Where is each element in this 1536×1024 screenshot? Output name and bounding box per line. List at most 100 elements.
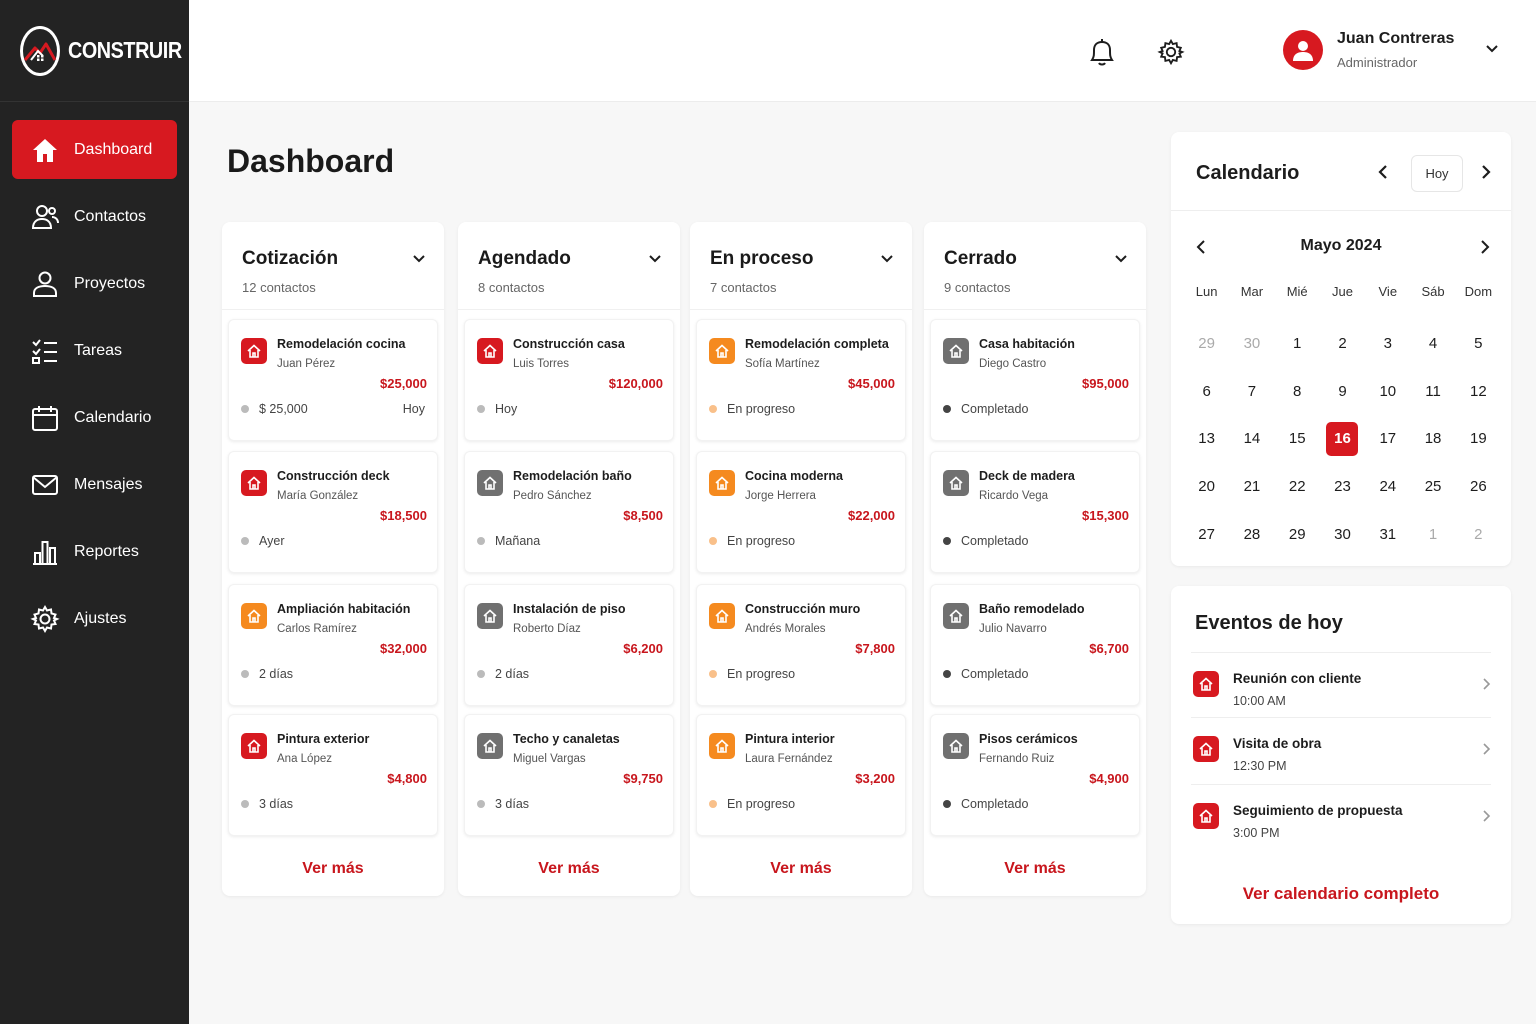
calendar-day[interactable]: 12 (1456, 368, 1501, 416)
sidebar-item-calendario[interactable]: Calendario (12, 388, 177, 447)
calendar-day[interactable]: 10 (1365, 368, 1410, 416)
calendar-day[interactable]: 5 (1456, 320, 1501, 368)
calendar-day[interactable]: 27 (1184, 510, 1229, 558)
calendar-day[interactable]: 1 (1410, 510, 1455, 558)
calendar-day[interactable]: 2 (1320, 320, 1365, 368)
see-more-link[interactable]: Ver más (222, 860, 444, 878)
calendar-day[interactable]: 29 (1275, 510, 1320, 558)
sidebar-item-reportes[interactable]: Reportes (12, 522, 177, 581)
calendar-day[interactable]: 18 (1410, 415, 1455, 463)
calendar-day[interactable]: 3 (1365, 320, 1410, 368)
calendar-day[interactable]: 24 (1365, 463, 1410, 511)
house-icon (709, 338, 735, 364)
card-client: Jorge Herrera (745, 490, 816, 502)
project-card[interactable]: Remodelación completa Sofía Martínez $45,0… (696, 319, 906, 441)
calendar-day[interactable]: 23 (1320, 463, 1365, 511)
project-card[interactable]: Remodelación cocina Juan Pérez $25,000 $ 25… (228, 319, 438, 441)
sidebar-item-ajustes[interactable]: Ajustes (12, 589, 177, 648)
chevron-down-icon[interactable] (880, 252, 894, 271)
calendar-title: Calendario (1196, 162, 1300, 184)
full-calendar-link[interactable]: Ver calendario completo (1171, 884, 1511, 904)
chevron-right-icon[interactable] (1481, 809, 1491, 828)
project-card[interactable]: Cocina moderna Jorge Herrera $22,000 En pro… (696, 451, 906, 573)
chevron-right-icon[interactable] (1481, 677, 1491, 696)
calendar-day[interactable]: 29 (1184, 320, 1229, 368)
calendar-day[interactable]: 2 (1456, 510, 1501, 558)
user-menu[interactable]: Juan Contreras Administrador (1283, 30, 1498, 70)
calendar-day[interactable]: 6 (1184, 368, 1229, 416)
calendar-day[interactable]: 14 (1229, 415, 1274, 463)
event-time: 10:00 AM (1233, 694, 1286, 708)
calendar-day[interactable]: 21 (1229, 463, 1274, 511)
calendar-day[interactable]: 1 (1275, 320, 1320, 368)
calendar-day[interactable]: 19 (1456, 415, 1501, 463)
event-item[interactable]: Visita de obra 12:30 PM (1191, 717, 1491, 783)
card-client: Miguel Vargas (513, 753, 586, 765)
brand-name: CONSTRUIR (68, 37, 182, 63)
project-card[interactable]: Baño remodelado Julio Navarro $6,700 Comple… (930, 584, 1140, 706)
kanban-column: En proceso 7 contactos Remodelación comple… (690, 222, 912, 896)
sidebar-item-proyectos[interactable]: Proyectos (12, 254, 177, 313)
calendar-day[interactable]: 7 (1229, 368, 1274, 416)
event-item[interactable]: Reunión con cliente 10:00 AM (1191, 652, 1491, 718)
sidebar-item-contactos[interactable]: Contactos (12, 187, 177, 246)
calendar-day[interactable]: 15 (1275, 415, 1320, 463)
calendar-day[interactable]: 25 (1410, 463, 1455, 511)
calendar-day[interactable]: 28 (1229, 510, 1274, 558)
sidebar-item-dashboard[interactable]: Dashboard (12, 120, 177, 179)
calendar-day[interactable]: 9 (1320, 368, 1365, 416)
project-card[interactable]: Ampliación habitación Carlos Ramírez $32,0… (228, 584, 438, 706)
calendar-day[interactable]: 22 (1275, 463, 1320, 511)
card-client: Laura Fernández (745, 753, 833, 765)
chevron-right-icon[interactable] (1481, 742, 1491, 761)
status-dot (709, 537, 717, 545)
card-status: En progreso (709, 534, 795, 548)
chevron-down-icon[interactable] (648, 252, 662, 271)
event-item[interactable]: Seguimiento de propuesta 3:00 PM (1191, 784, 1491, 850)
project-card[interactable]: Techo y canaletas Miguel Vargas $9,750 3 dí… (464, 714, 674, 836)
card-status-text: Hoy (495, 402, 518, 416)
see-more-link[interactable]: Ver más (690, 860, 912, 878)
project-card[interactable]: Pintura interior Laura Fernández $3,200 En … (696, 714, 906, 836)
bell-icon[interactable] (1086, 36, 1118, 68)
chevron-right-icon[interactable] (1479, 164, 1493, 185)
project-card[interactable]: Instalación de piso Roberto Díaz $6,200 2 d… (464, 584, 674, 706)
card-status: En progreso (709, 667, 795, 681)
gear-icon[interactable] (1155, 36, 1187, 68)
calendar-day[interactable]: 8 (1275, 368, 1320, 416)
calendar-day[interactable]: 26 (1456, 463, 1501, 511)
day-number: 30 (1243, 335, 1261, 353)
see-more-link[interactable]: Ver más (458, 860, 680, 878)
sidebar-item-mensajes[interactable]: Mensajes (12, 455, 177, 514)
calendar-day[interactable]: 11 (1410, 368, 1455, 416)
project-card[interactable]: Construcción deck María González $18,500 Ay… (228, 451, 438, 573)
project-card[interactable]: Pintura exterior Ana López $4,800 3 días (228, 714, 438, 836)
calendar-day-today[interactable]: 16 (1320, 415, 1365, 463)
project-card[interactable]: Construcción muro Andrés Morales $7,800 En … (696, 584, 906, 706)
calendar-day[interactable]: 17 (1365, 415, 1410, 463)
today-button[interactable]: Hoy (1411, 155, 1463, 192)
calendar-day[interactable]: 31 (1365, 510, 1410, 558)
calendar-day[interactable]: 13 (1184, 415, 1229, 463)
project-card[interactable]: Pisos cerámicos Fernando Ruiz $4,900 Comple… (930, 714, 1140, 836)
day-number: 9 (1338, 382, 1347, 400)
chevron-down-icon[interactable] (412, 252, 426, 271)
card-status: En progreso (709, 402, 795, 416)
project-card[interactable]: Casa habitación Diego Castro $95,000 Comple… (930, 319, 1140, 441)
see-more-link[interactable]: Ver más (924, 860, 1146, 878)
calendar-day[interactable]: 20 (1184, 463, 1229, 511)
calendar-day[interactable]: 30 (1229, 320, 1274, 368)
calendar-day[interactable]: 30 (1320, 510, 1365, 558)
sidebar-item-tareas[interactable]: Tareas (12, 321, 177, 380)
day-number: 16 (1326, 421, 1359, 456)
project-card[interactable]: Deck de madera Ricardo Vega $15,300 Complet… (930, 451, 1140, 573)
card-title: Cocina moderna (745, 469, 843, 483)
project-card[interactable]: Remodelación baño Pedro Sánchez $8,500 Maña… (464, 451, 674, 573)
next-month-icon[interactable] (1479, 239, 1491, 260)
chevron-left-icon[interactable] (1376, 164, 1390, 185)
calendar-day[interactable]: 4 (1410, 320, 1455, 368)
chevron-down-icon[interactable] (1485, 42, 1499, 61)
project-card[interactable]: Construcción casa Luis Torres $120,000 Hoy (464, 319, 674, 441)
chevron-down-icon[interactable] (1114, 252, 1128, 271)
brand[interactable]: CONSTRUIR (0, 0, 189, 102)
